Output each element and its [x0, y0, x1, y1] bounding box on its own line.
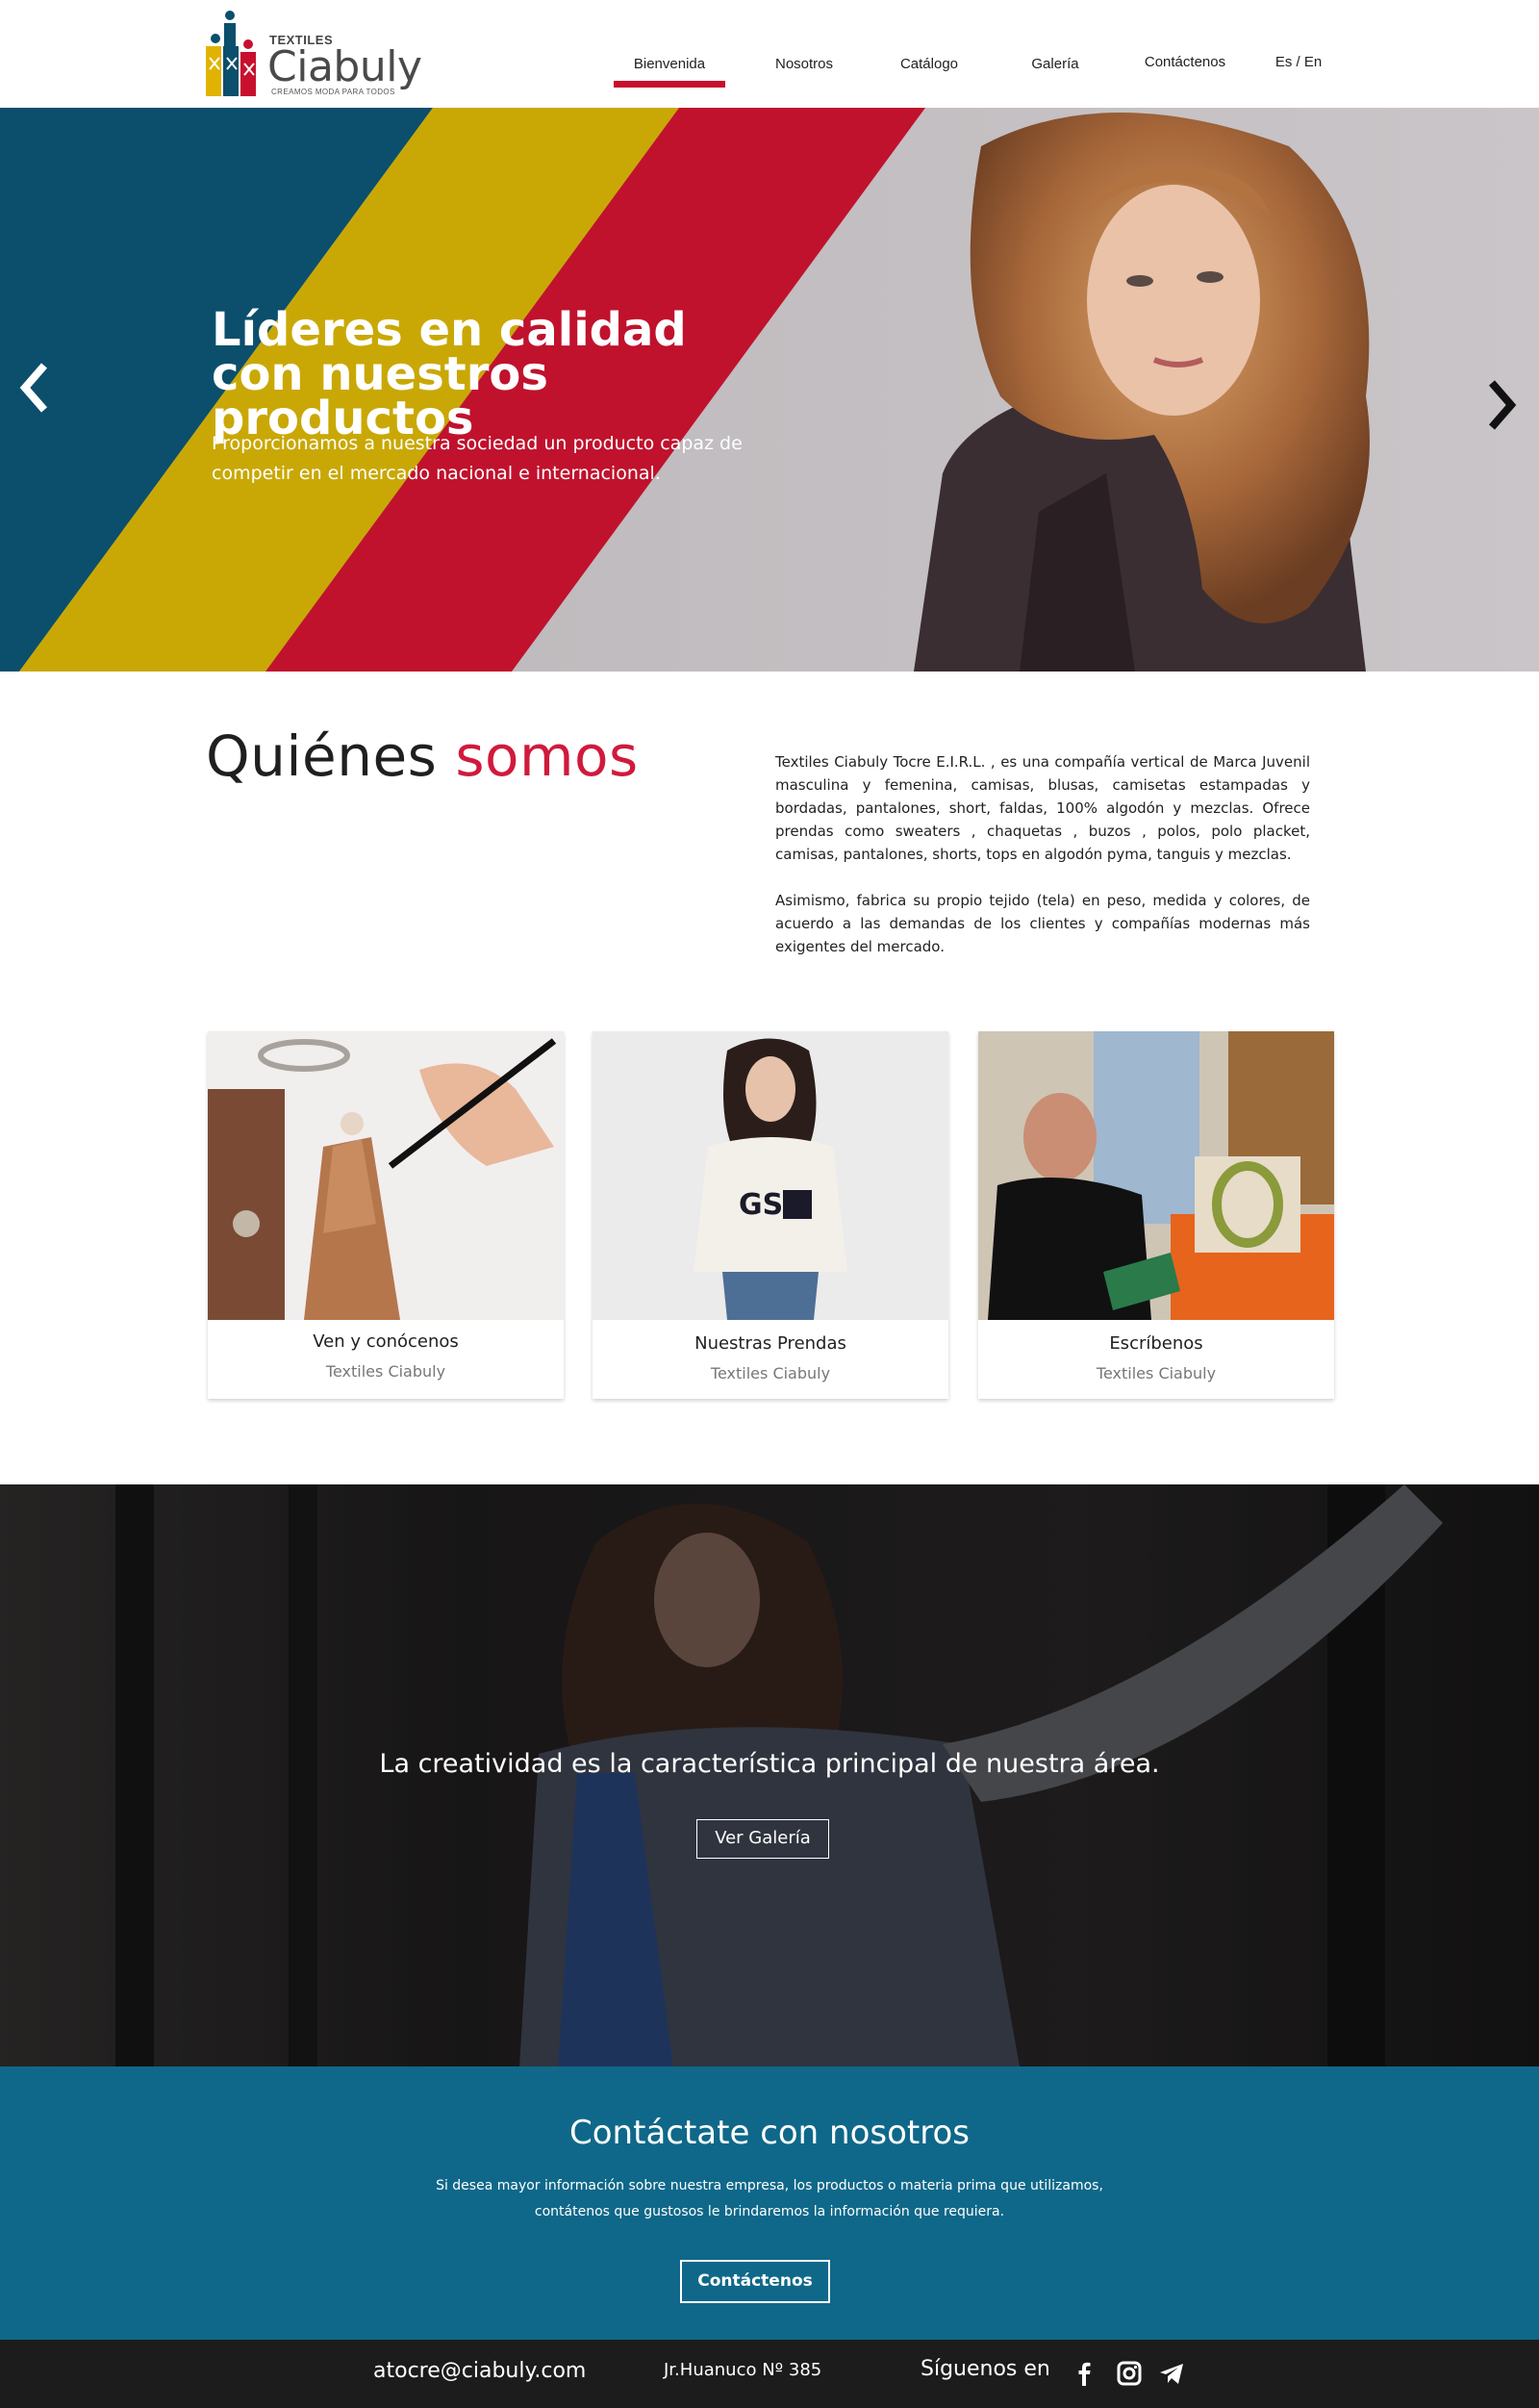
logo-tagline: CREAMOS MODA PARA TODOS: [271, 88, 395, 96]
logo-wordmark: Ciabuly: [267, 42, 422, 91]
site-header: TEXTILES Ciabuly CREAMOS MODA PARA TODOS…: [0, 0, 1539, 108]
card-ven-y-conocenos[interactable]: Ven y conócenos Textiles Ciabuly: [208, 1031, 564, 1399]
chevron-right-icon[interactable]: [1476, 371, 1525, 439]
nav-active-indicator: [614, 81, 725, 88]
about-paragraph-2: Asimismo, fabrica su propio tejido (tela…: [775, 892, 1310, 955]
chevron-left-icon[interactable]: [12, 354, 60, 421]
footer-address: Jr.Huanuco Nº 385: [664, 2360, 822, 2380]
svg-text:GS: GS: [739, 1188, 783, 1222]
card-title: Nuestras Prendas: [694, 1333, 846, 1354]
hero-subtitle: Proporcionamos a nuestra sociedad un pro…: [212, 429, 750, 489]
view-gallery-button[interactable]: Ver Galería: [696, 1819, 829, 1859]
card-title: Escríbenos: [1109, 1333, 1203, 1354]
contact-text-line1: Si desea mayor información sobre nuestra…: [436, 2178, 1103, 2193]
about-heading-highlight: somos: [455, 723, 639, 789]
card-escribenos[interactable]: Escríbenos Textiles Ciabuly: [978, 1031, 1334, 1399]
about-heading: Quiénes somos: [206, 723, 639, 789]
hero-title: Líderes en calidad con nuestros producto…: [212, 303, 808, 445]
footer-follow-label: Síguenos en: [921, 2357, 1050, 2381]
about-heading-part1: Quiénes: [206, 723, 456, 789]
card-image-sketch: [208, 1031, 564, 1320]
card-subtitle: Textiles Ciabuly: [1096, 1364, 1217, 1382]
card-nuestras-prendas[interactable]: GS Nuestras Prendas Textiles Ciabuly: [593, 1031, 948, 1399]
nav-item-contactenos[interactable]: Contáctenos: [1127, 54, 1243, 70]
contact-text-line2: contátenos que gustosos le brindaremos l…: [534, 2204, 1005, 2219]
contact-description: Si desea mayor información sobre nuestra…: [0, 2173, 1539, 2225]
card-title: Ven y conócenos: [313, 1331, 459, 1352]
card-image-model: GS: [593, 1031, 948, 1320]
about-paragraph-1: Textiles Ciabuly Tocre E.I.R.L. , es una…: [775, 753, 1310, 863]
brand-logo[interactable]: TEXTILES Ciabuly CREAMOS MODA PARA TODOS: [202, 10, 423, 101]
facebook-icon[interactable]: [1070, 2359, 1098, 2388]
hero-subtitle-line1: Proporcionamos a nuestra sociedad un pro…: [212, 433, 743, 454]
contact-button[interactable]: Contáctenos: [680, 2260, 830, 2303]
footer-email-link[interactable]: atocre@ciabuly.com: [373, 2359, 586, 2383]
card-image-store: [978, 1031, 1334, 1320]
hero-subtitle-line2: competir en el mercado nacional e intern…: [212, 463, 661, 484]
contact-heading: Contáctate con nosotros: [569, 2114, 970, 2152]
hero-title-line2: con nuestros productos: [212, 347, 548, 445]
hero-slider: Líderes en calidad con nuestros producto…: [0, 108, 1539, 672]
card-subtitle: Textiles Ciabuly: [710, 1364, 831, 1382]
banner-headline: La creatividad es la característica prin…: [379, 1749, 1160, 1779]
nav-item-catalogo[interactable]: Catálogo: [871, 56, 987, 72]
nav-item-nosotros[interactable]: Nosotros: [746, 56, 862, 72]
nav-item-galeria[interactable]: Galería: [997, 56, 1113, 72]
nav-item-bienvenida[interactable]: Bienvenida: [612, 56, 727, 72]
instagram-icon[interactable]: [1115, 2359, 1144, 2388]
card-subtitle: Textiles Ciabuly: [325, 1362, 446, 1381]
logo-figures-icon: [206, 11, 256, 96]
about-description: Textiles Ciabuly Tocre E.I.R.L. , es una…: [775, 750, 1310, 981]
hero-title-line1: Líderes en calidad: [212, 303, 687, 357]
language-switch[interactable]: Es / En: [1270, 54, 1327, 70]
telegram-icon[interactable]: [1157, 2359, 1186, 2388]
